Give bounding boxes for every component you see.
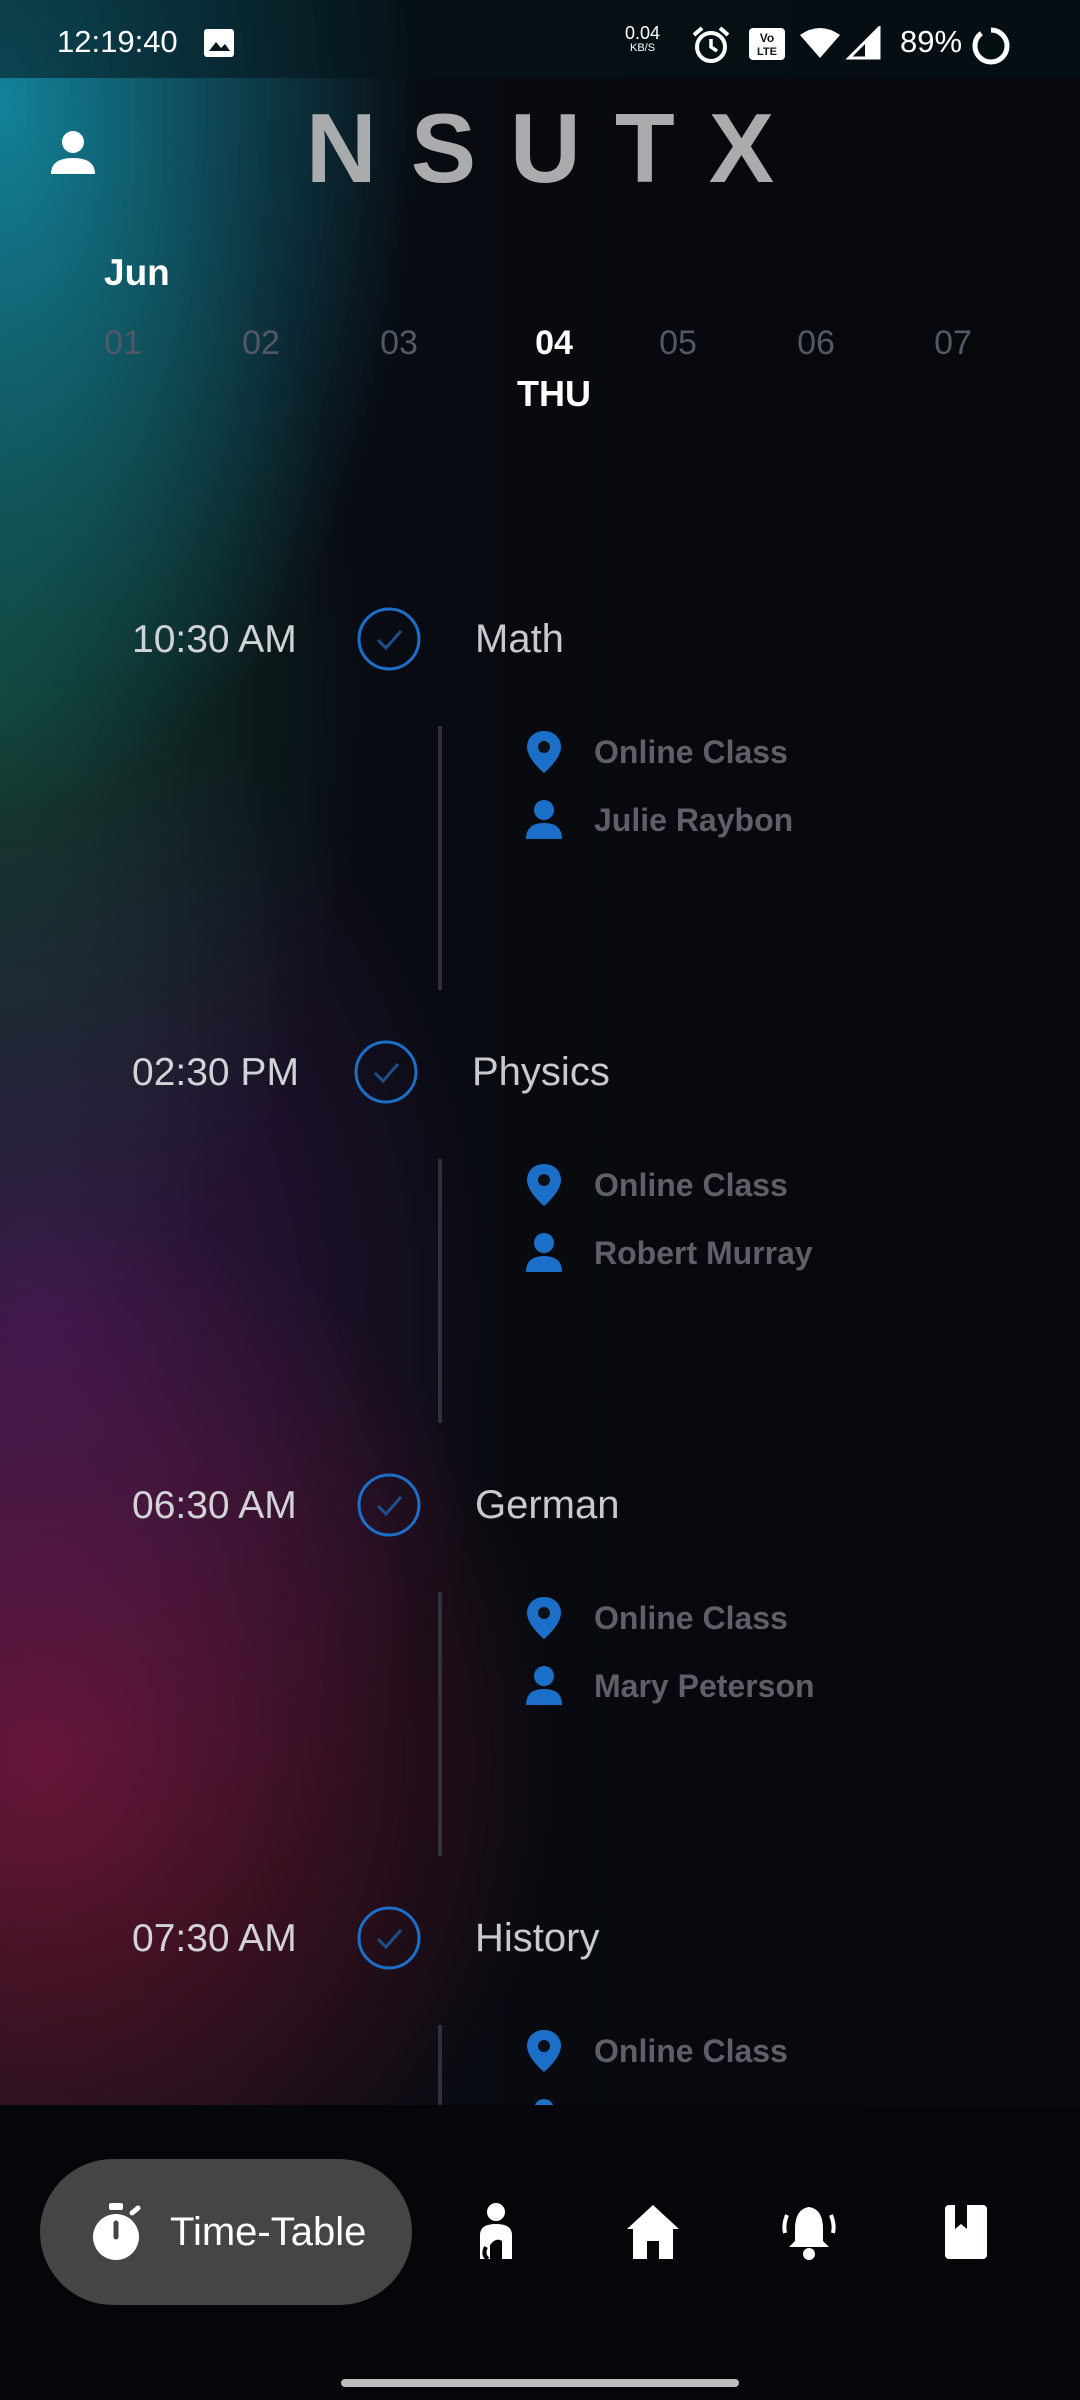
book-icon[interactable] [937,2201,997,2263]
svg-text:LTE: LTE [757,46,777,58]
status-bar: 12:19:40 0.04 KB/S Vo LTE 89% [0,0,1080,78]
date-number: 06 [797,324,835,362]
battery-icon [972,27,1010,65]
date-strip: 01 02 03 04 THU 05 06 07 [68,324,1068,434]
timeline-connector [438,1159,442,1423]
class-subject: German [475,1483,620,1527]
alarm-icon [692,26,730,63]
class-subject: Physics [472,1050,610,1094]
schedule-entry[interactable]: 02:30 PM Physics Online Class Robert Mur… [0,993,1080,1426]
svg-text:Vo: Vo [760,31,774,45]
home-indicator[interactable] [341,2379,739,2387]
date-number: 07 [934,324,972,362]
class-teacher: Mary Peterson [524,1662,815,1710]
class-location: Online Class [524,728,788,776]
date-number: 01 [104,324,142,362]
wifi-icon [800,28,840,58]
timeline-connector [438,1592,442,1856]
bottom-nav: Time-Table [0,2105,1080,2400]
volte-icon: Vo LTE [749,28,785,60]
home-icon[interactable] [623,2201,683,2263]
class-subject: History [475,1916,600,1960]
stopwatch-icon [93,2203,141,2260]
location-text: Online Class [594,1166,788,1203]
location-text: Online Class [594,1599,788,1636]
teacher-name: Robert Murray [594,1234,813,1271]
teacher-name: Mary Peterson [594,1667,815,1704]
person-icon [526,800,562,839]
timeline-connector [438,726,442,990]
date-item[interactable]: 05 [623,324,733,363]
date-number: 05 [659,324,697,362]
app-title: NSUTX [305,93,809,203]
nav-timetable-label: Time-Table [170,2209,367,2254]
image-icon [204,29,234,57]
class-location: Online Class [524,2027,788,2075]
date-item[interactable]: 02 [206,324,316,363]
class-time: 06:30 AM [132,1484,297,1527]
check-circle-icon[interactable] [353,1039,419,1105]
check-circle-icon[interactable] [356,1905,422,1971]
check-circle-icon[interactable] [356,1472,422,1538]
date-item[interactable]: 03 [344,324,454,363]
date-number: 02 [242,324,280,362]
class-teacher [524,2095,594,2105]
date-number: 03 [380,324,418,362]
person-icon [534,2099,554,2105]
location-pin-icon [527,1597,561,1639]
day-of-week: THU [517,373,591,414]
signal-icon [845,26,881,60]
location-text: Online Class [594,733,788,770]
class-location: Online Class [524,1161,788,1209]
location-text: Online Class [594,2032,788,2069]
class-subject: Math [475,617,564,661]
class-teacher: Robert Murray [524,1229,813,1277]
location-pin-icon [527,2030,561,2072]
battery-percent: 89% [900,24,963,59]
check-circle-icon[interactable] [356,606,422,672]
schedule-entry[interactable]: 10:30 AM Math Online Class Julie Raybon [0,560,1080,993]
bell-icon[interactable] [779,2201,839,2263]
class-teacher: Julie Raybon [524,796,793,844]
nav-timetable-button[interactable]: Time-Table [40,2159,412,2305]
teacher-name: Julie Raybon [594,801,794,838]
class-time: 02:30 PM [132,1051,299,1094]
location-pin-icon [527,1164,561,1206]
date-item[interactable]: 06 [761,324,871,363]
schedule-list: 10:30 AM Math Online Class Julie Raybon … [0,560,1080,2105]
net-speed-value: 0.04 [625,23,661,43]
class-time: 10:30 AM [132,618,297,661]
net-speed-unit: KB/S [629,42,656,54]
schedule-entry[interactable]: 06:30 AM German Online Class Mary Peters… [0,1426,1080,1859]
date-item[interactable]: 07 [898,324,1008,363]
date-number: 04 [535,324,573,362]
schedule-entry[interactable]: 07:30 AM History Online Class [0,1859,1080,2105]
month-label: Jun [104,252,170,293]
timeline-connector [438,2025,442,2105]
location-pin-icon [527,731,561,773]
date-item-selected[interactable]: 04 THU [499,324,609,415]
person-icon[interactable] [466,2201,526,2263]
class-location: Online Class [524,1594,788,1642]
person-icon [526,1666,562,1705]
class-time: 07:30 AM [132,1917,297,1960]
status-time: 12:19:40 [57,24,178,59]
net-speed: 0.04 KB/S [625,24,660,54]
date-item[interactable]: 01 [68,324,178,363]
person-icon [526,1233,562,1272]
